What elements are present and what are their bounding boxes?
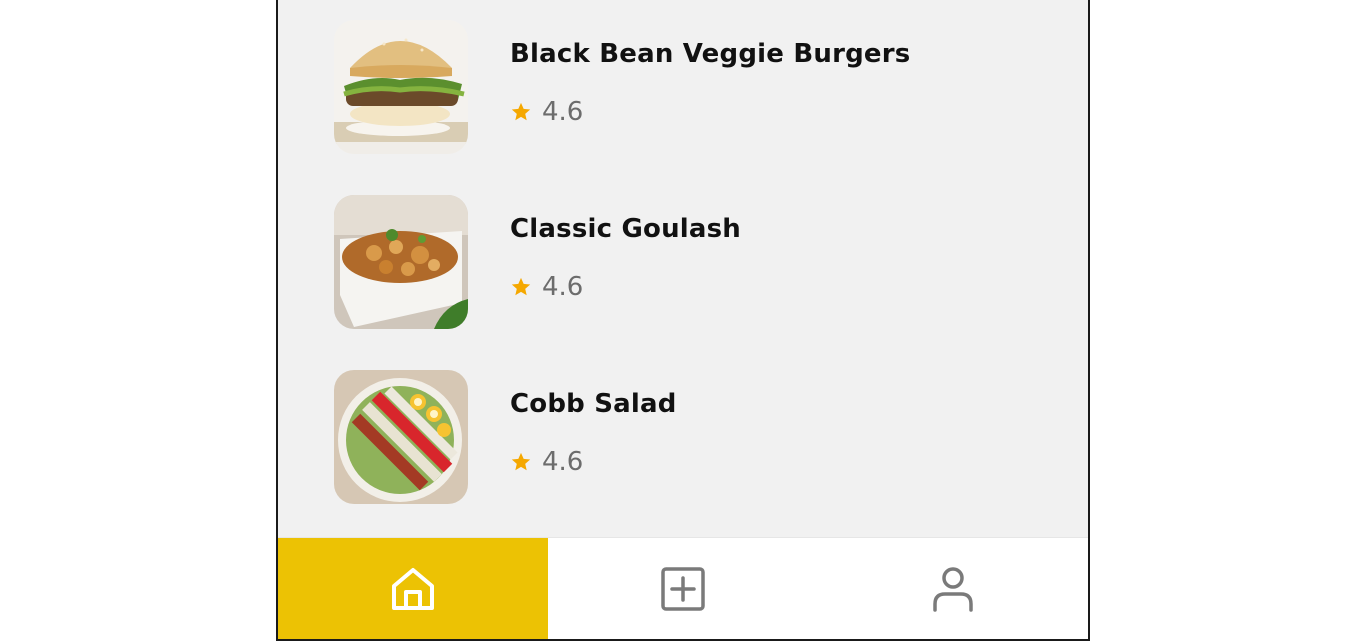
- recipe-rating: 4.6: [510, 97, 910, 127]
- app-screen: Black Bean Veggie Burgers 4.6 Classic Go…: [276, 0, 1090, 641]
- profile-icon: [933, 567, 973, 612]
- rating-value: 4.6: [542, 97, 584, 127]
- home-icon: [392, 568, 434, 610]
- nav-home-button[interactable]: [278, 538, 548, 639]
- rating-value: 4.6: [542, 447, 584, 477]
- bottom-navigation: [278, 537, 1088, 639]
- burger-photo: [334, 20, 468, 154]
- recipe-item-black-bean-veggie-burgers[interactable]: Black Bean Veggie Burgers 4.6: [334, 20, 1034, 154]
- star-icon: [511, 277, 531, 296]
- recipe-rating: 4.6: [510, 272, 741, 302]
- star-icon: [511, 452, 531, 471]
- recipe-title: Black Bean Veggie Burgers: [510, 39, 911, 69]
- nav-add-button[interactable]: [548, 538, 818, 639]
- recipe-item-classic-goulash[interactable]: Classic Goulash 4.6: [334, 195, 1034, 329]
- nav-profile-button[interactable]: [818, 538, 1088, 639]
- rating-value: 4.6: [542, 272, 584, 302]
- add-icon: [661, 567, 705, 611]
- recipe-item-cobb-salad[interactable]: Cobb Salad 4.6: [334, 370, 1034, 504]
- recipe-title: Classic Goulash: [510, 214, 742, 244]
- star-icon: [511, 102, 531, 121]
- goulash-photo: [334, 195, 468, 329]
- recipe-title: Cobb Salad: [510, 389, 677, 419]
- recipe-rating: 4.6: [510, 447, 677, 477]
- cobb-salad-photo: [334, 370, 468, 504]
